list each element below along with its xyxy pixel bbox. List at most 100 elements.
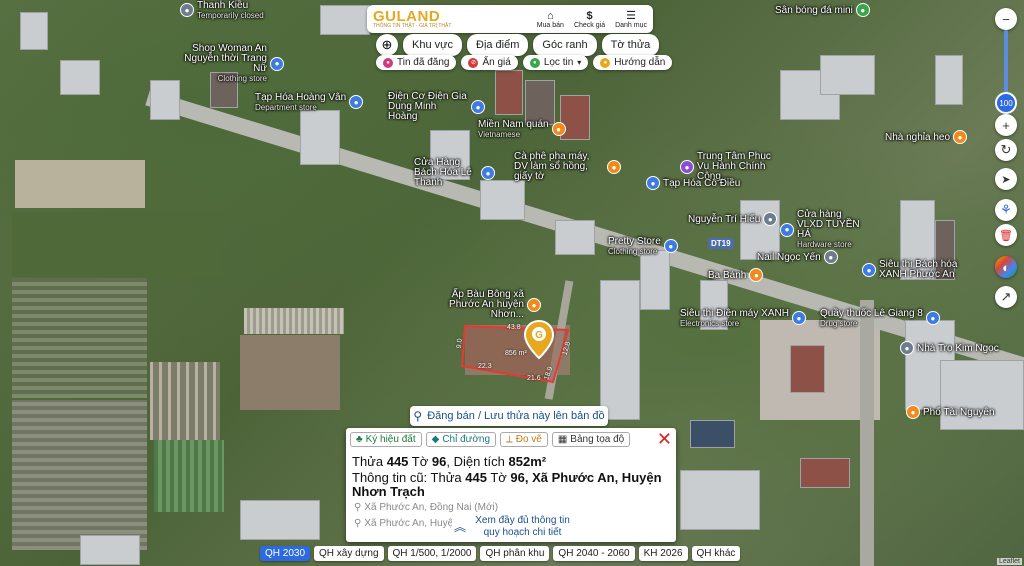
farm-field [154,440,224,512]
mua-ban-button[interactable]: ⌂ Mua bán [537,10,564,29]
building [300,110,340,165]
location-pin-icon: ⚲ [354,502,362,513]
location-pin-icon: ● [900,341,914,355]
building [790,345,825,393]
huong-dan-button[interactable]: ● Hướng dẫn [593,55,673,70]
building [680,470,760,530]
poi-nguyen-tri-hieu[interactable]: Nguyễn Trí Hiếu ● [688,212,778,226]
danh-muc-button[interactable]: ☰ Danh mục [615,10,647,29]
parcel-summary: Thửa 445 Tờ 96, Diện tích 852m² [352,454,547,469]
measure-button[interactable]: ⚘ [995,199,1017,221]
poi-cua-hang-bach-hoa[interactable]: Cửa Hàng Bách Hóa Lê Thanh ● [414,158,495,188]
poi-tap-hoa-hoang-van[interactable]: Tạp Hóa Hoàng Vân Department store ● [255,92,364,112]
shop-icon: ● [270,56,284,71]
layers-icon: ◐ [1002,259,1010,275]
locate-icon[interactable]: ⊕ [376,34,398,56]
poi-pretty-store[interactable]: Pretty Store Clothing store ● [608,236,678,256]
an-gia-button[interactable]: ⊘ Ẩn giá [461,55,518,70]
poi-sieu-thi-dien-may[interactable]: Siêu thị Điện máy XANH Electronics store … [680,308,806,328]
poi-thanh-kieu[interactable]: ● Thanh Kiều Temporarily closed [180,0,264,20]
tab-qh-2040-2060[interactable]: QH 2040 - 2060 [553,546,635,561]
poi-mien-nam-quan[interactable]: Miền Nam quán Vietnamese ● [478,119,566,139]
poi-san-bong[interactable]: Sân bóng đá mini ● [775,3,870,17]
layers-button[interactable]: ◐ [995,256,1017,278]
road-label: DT19 [708,238,734,249]
building [555,220,595,255]
do-ve-button[interactable]: ⟂ Đo vẽ [500,432,548,447]
building [640,250,670,310]
poi-nha-nghi[interactable]: Nhà nghỉa heo ● [885,130,968,144]
posted-icon: ● [383,57,393,68]
shop-icon: ● [481,166,495,180]
refresh-button[interactable]: ↻ [995,139,1017,161]
save-parcel-button[interactable]: ⚲ Đăng bán / Lưu thửa này lên bản đồ [410,406,608,426]
poi-nail-ngoc-yen[interactable]: Nail Ngọc Yến ● [757,250,838,264]
tab-qh-xay-dung[interactable]: QH xây dựng [314,546,384,561]
poi-tap-hoa-co-dieu[interactable]: ● Tạp Hóa Cô Điều [646,176,740,190]
share-icon: ↗ [1000,289,1012,304]
zoom-out-button[interactable]: − [995,8,1017,30]
parcel-old-info: Thông tin cũ: Thửa 445 Tờ 96, Xã Phước A… [352,470,662,499]
tab-qh-khac[interactable]: QH khác [691,546,741,561]
zoom-slider[interactable] [1004,30,1008,98]
restaurant-icon: ● [906,405,920,419]
hotel-icon: ● [953,130,968,144]
delete-button[interactable]: 🗑 [995,224,1017,246]
address-new: ⚲ Xã Phước An, Đồng Nai (Mới) [354,502,499,513]
building [240,500,320,540]
to-thua-button[interactable]: Tờ thửa [601,34,660,56]
parcel-dim-left: 9.0 [455,338,464,349]
navigate-button[interactable]: ➤ [995,168,1017,190]
dia-diem-button[interactable]: Địa điểm [467,34,529,56]
measure-icon: ⟂ [506,434,513,445]
tin-da-dang-button[interactable]: ● Tin đã đăng [376,55,457,70]
chevron-up-icon: ︽ [454,520,467,534]
coffee-icon: ● [607,160,621,174]
building [495,70,523,115]
shop-icon: ● [471,100,485,114]
poi-shop-woman[interactable]: Shop Woman An Nguyễn thời Trang Nữ Clothi… [172,44,284,83]
building [150,80,180,120]
shop-icon: ● [663,239,678,253]
guland-logo[interactable]: GULAND THÔNG TIN THẬT · GIÁ TRỊ THẬT [373,9,451,29]
location-pin-icon: ⚲ [354,518,362,529]
chi-duong-button[interactable]: ◆ Chỉ đường [425,432,497,447]
ky-hieu-dat-button[interactable]: ♣ Ký hiệu đất [350,432,422,447]
tab-kh-2026[interactable]: KH 2026 [638,546,688,561]
poi-pho-tai-nguyen[interactable]: ● Phố Tài Nguyên [906,405,995,419]
poi-cua-hang-vlxd[interactable]: ● Cửa hàng VLXD TUYỀN HẢ Hardware store [780,210,867,249]
location-pin-icon: ● [180,3,194,17]
check-gia-button[interactable]: $ Check giá [574,10,605,29]
poi-quay-thuoc[interactable]: Quầy thuốc Lê Giang 8 Drug store ● [820,308,940,328]
bang-toa-do-button[interactable]: ▦ Bảng tọa độ [551,432,631,447]
goc-ranh-button[interactable]: Góc ranh [533,34,597,56]
farm-field [244,308,344,334]
view-full-planning-link[interactable]: ︽ Xem đầy đủ thông tin quy hoạch chi tiế… [452,515,578,539]
close-icon[interactable]: ✕ [657,430,672,448]
farm-field [150,362,220,440]
shop-icon: ● [646,176,660,190]
tab-qh-2030[interactable]: QH 2030 [260,546,311,561]
share-button[interactable]: ↗ [995,286,1017,308]
loc-tin-button[interactable]: ● Lọc tin ▾ [522,55,589,70]
poi-dien-co[interactable]: Điện Cơ Điện Gia Dụng Minh Hoàng ● [388,92,485,122]
location-pin-icon: ● [763,212,778,226]
poi-nha-tro[interactable]: ● Nhà Trọ Kim Ngọc [900,341,999,355]
poi-ca-phe[interactable]: Cà phê pha máy, DV làm sổ hồng, giấy tờ … [514,152,621,182]
shop-icon: ● [862,263,876,277]
khu-vuc-button[interactable]: Khu vực [403,34,462,56]
restaurant-icon: ● [551,122,566,136]
directions-icon: ◆ [431,434,440,445]
menu-icon: ☰ [626,9,636,22]
zoom-level-badge[interactable]: 100 [995,92,1017,114]
guland-marker-icon[interactable]: G [524,320,554,360]
poi-sieu-thi-bach-hoa-xanh[interactable]: ● Siêu thị Bách hóa XANH Phước An [862,260,959,280]
parcel-dim-bottom-right: 21.6 [527,375,541,382]
poi-ba-banh[interactable]: Ba Bánh ● [708,268,764,282]
poi-ap-bau-bong[interactable]: Ấp Bàu Bông xã Phước An huyện Nhơn... ● [424,290,541,320]
building [800,458,850,488]
map-attribution[interactable]: Leaflet [996,558,1022,565]
tab-qh-1-500[interactable]: QH 1/500, 1/2000 [387,546,477,561]
zoom-in-button[interactable]: + [995,114,1017,136]
tab-qh-phan-khu[interactable]: QH phân khu [480,546,550,561]
